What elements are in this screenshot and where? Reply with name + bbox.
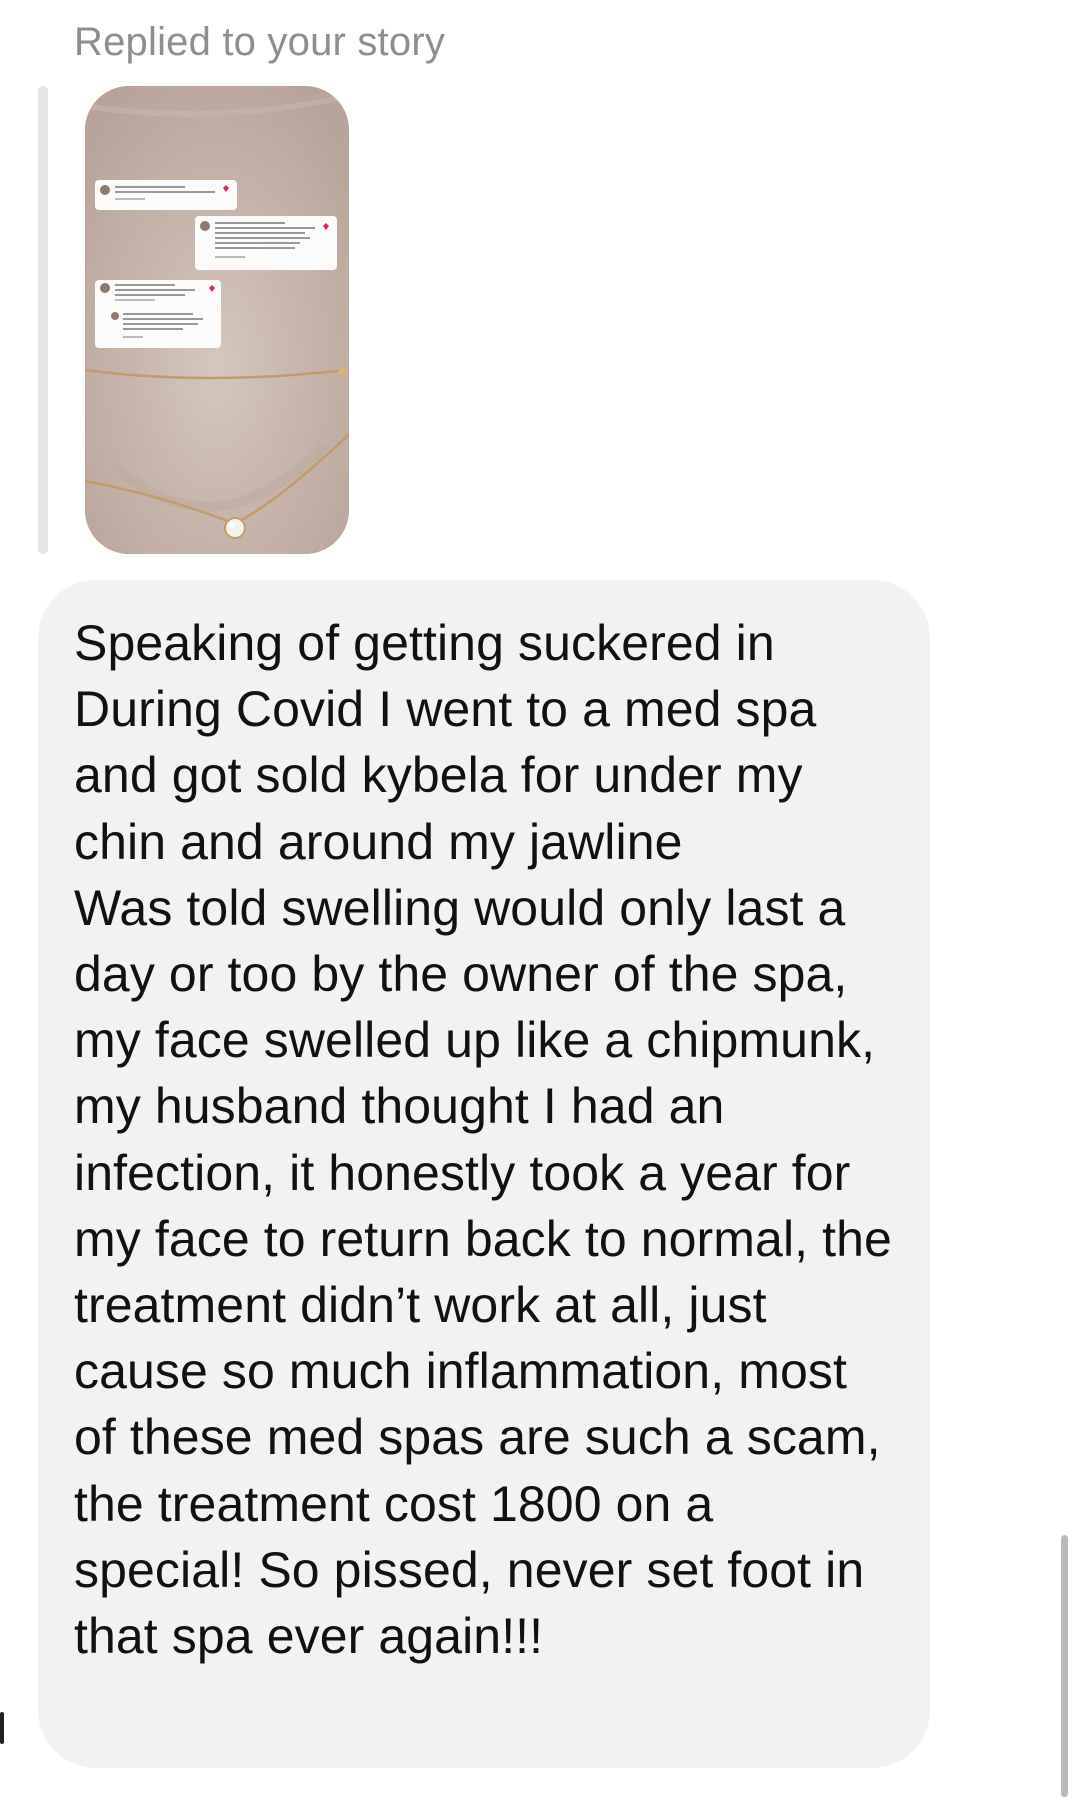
message-text: Speaking of getting suckered in During C…	[74, 615, 892, 1665]
scrollbar[interactable]	[1061, 1535, 1068, 1797]
story-thumbnail[interactable]	[85, 86, 349, 554]
edge-indicator	[0, 1712, 4, 1744]
reply-indicator-bar	[38, 86, 48, 554]
comment-card-3	[95, 280, 221, 348]
comment-card-1	[95, 180, 237, 210]
message-bubble[interactable]: Speaking of getting suckered in During C…	[38, 580, 930, 1768]
story-image-icon	[85, 86, 349, 554]
replied-to-story-label: Replied to your story	[74, 20, 446, 64]
dm-thread: Replied to your story Speaking of gettin…	[0, 0, 1075, 1797]
comment-card-2	[195, 216, 337, 270]
